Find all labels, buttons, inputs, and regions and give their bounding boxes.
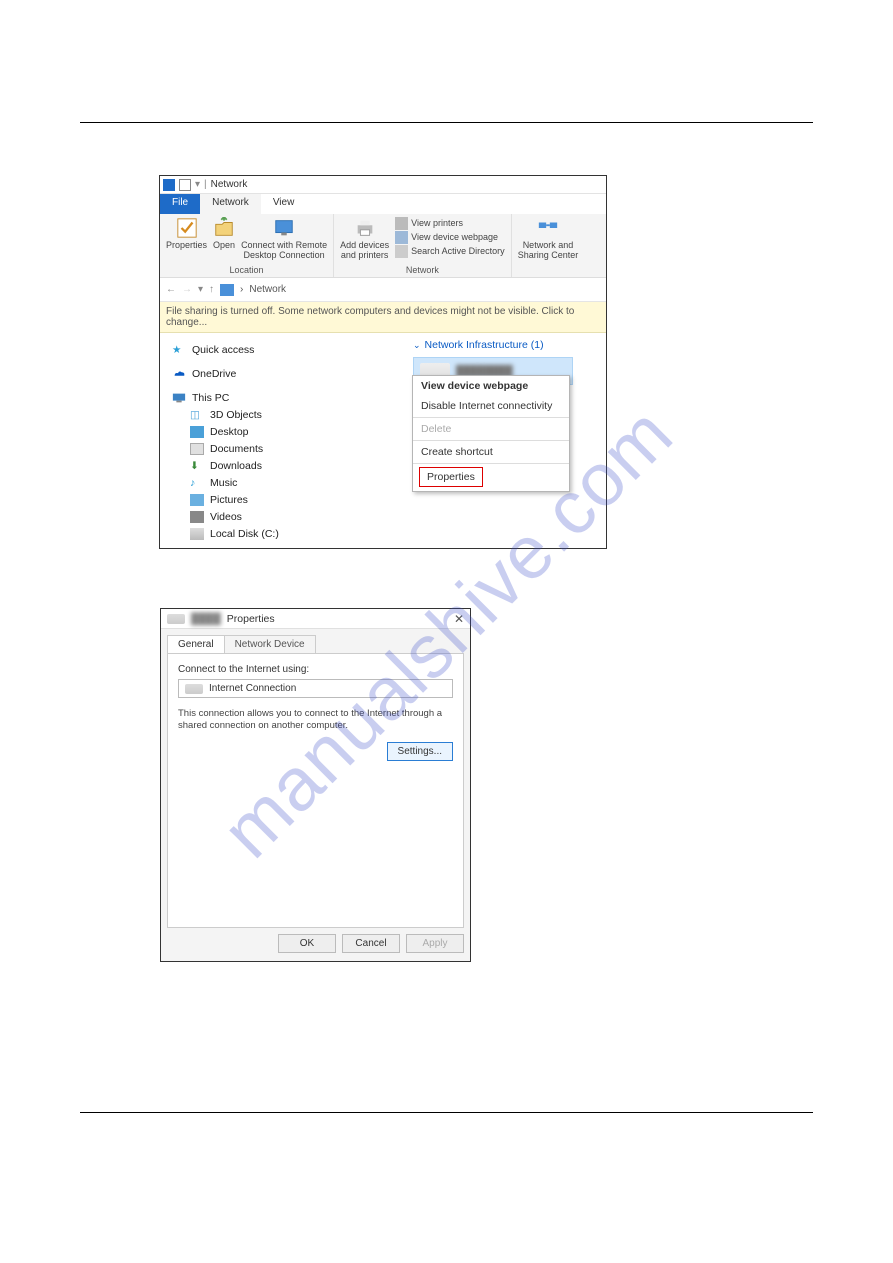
properties-button[interactable]: Properties <box>166 217 207 251</box>
footer-rule <box>80 1112 813 1113</box>
ctx-disable-internet[interactable]: Disable Internet connectivity <box>413 396 569 416</box>
tree-videos[interactable]: Videos <box>168 509 405 525</box>
remote-desktop-icon <box>273 217 295 239</box>
ribbon-group-network: Add devices and printers View printers V… <box>334 214 512 277</box>
breadcrumb[interactable]: Network <box>249 284 286 295</box>
videos-icon <box>190 511 204 523</box>
search-ad-button[interactable]: Search Active Directory <box>395 245 505 258</box>
content-pane: ⌄ Network Infrastructure (1) ████████ Vi… <box>405 333 606 549</box>
connection-icon <box>185 684 203 694</box>
tab-network[interactable]: Network <box>200 194 261 214</box>
header-rule <box>80 122 813 123</box>
info-bar[interactable]: File sharing is turned off. Some network… <box>160 302 606 333</box>
connection-description: This connection allows you to connect to… <box>178 708 453 733</box>
tree-downloads[interactable]: ⬇Downloads <box>168 458 405 474</box>
view-printers-button[interactable]: View printers <box>395 217 505 230</box>
ribbon-group-sharing: Network and Sharing Center <box>512 214 585 277</box>
monitor-icon <box>172 392 186 404</box>
forward-icon[interactable]: → <box>182 284 192 295</box>
dialog-title-bar: ████ Properties ✕ <box>161 609 470 629</box>
downloads-icon: ⬇ <box>190 460 204 472</box>
back-icon[interactable]: ← <box>166 284 176 295</box>
group-header[interactable]: ⌄ Network Infrastructure (1) <box>413 339 598 351</box>
add-devices-button[interactable]: Add devices and printers <box>340 217 389 261</box>
network-crumb-icon <box>220 284 234 296</box>
tree-pictures[interactable]: Pictures <box>168 492 405 508</box>
ribbon-tabs: File Network View <box>160 194 606 214</box>
dialog-device-name-blurred: ████ <box>191 613 221 625</box>
ribbon-caption-network: Network <box>406 264 439 275</box>
ctx-properties[interactable]: Properties <box>419 467 483 487</box>
tree-local-disk[interactable]: Local Disk (C:) <box>168 526 405 542</box>
music-icon: ♪ <box>190 477 204 489</box>
nav-tree: ★Quick access OneDrive This PC ◫3D Objec… <box>160 333 405 549</box>
title-divider: | <box>204 179 207 190</box>
title-bar: ▾ | Network <box>160 176 606 194</box>
context-menu: View device webpage Disable Internet con… <box>412 375 570 492</box>
ok-button[interactable]: OK <box>278 934 336 953</box>
tree-documents[interactable]: Documents <box>168 441 405 457</box>
window-title: Network <box>211 179 248 190</box>
tab-file[interactable]: File <box>160 194 200 214</box>
ctx-create-shortcut[interactable]: Create shortcut <box>413 442 569 462</box>
apply-button: Apply <box>406 934 464 953</box>
tab-view[interactable]: View <box>261 194 307 214</box>
connect-label: Connect to the Internet using: <box>178 664 453 675</box>
ctx-separator <box>413 440 569 441</box>
tab-network-device[interactable]: Network Device <box>224 635 316 653</box>
ribbon-caption-location: Location <box>230 264 264 275</box>
connection-name: Internet Connection <box>209 683 296 694</box>
tree-music[interactable]: ♪Music <box>168 475 405 491</box>
network-icon <box>163 179 175 191</box>
documents-icon <box>190 443 204 455</box>
ctx-separator <box>413 417 569 418</box>
dialog-button-row: OK Cancel Apply <box>161 928 470 959</box>
chevron-down-icon: ⌄ <box>413 340 421 351</box>
printer-icon <box>354 217 376 239</box>
close-icon[interactable]: ✕ <box>454 612 464 626</box>
disk-icon <box>190 528 204 540</box>
cube-icon: ◫ <box>190 409 204 421</box>
onedrive-icon <box>172 368 186 380</box>
tree-quick-access[interactable]: ★Quick access <box>168 342 405 358</box>
properties-dialog: ████ Properties ✕ General Network Device… <box>160 608 471 962</box>
open-button[interactable]: Open <box>213 217 235 251</box>
dialog-router-icon <box>167 614 185 624</box>
qat-checkbox-icon[interactable] <box>179 179 191 191</box>
dialog-panel: Connect to the Internet using: Internet … <box>167 653 464 928</box>
connection-box[interactable]: Internet Connection <box>178 679 453 698</box>
tree-desktop[interactable]: Desktop <box>168 424 405 440</box>
ribbon-group-location: Properties Open Connect with Remote Desk… <box>160 214 334 277</box>
ctx-delete: Delete <box>413 419 569 439</box>
tree-3d-objects[interactable]: ◫3D Objects <box>168 407 405 423</box>
explorer-window: ▾ | Network File Network View Properties… <box>159 175 607 549</box>
ribbon: Properties Open Connect with Remote Desk… <box>160 214 606 278</box>
desktop-icon <box>190 426 204 438</box>
up-icon[interactable]: ↑ <box>209 284 214 295</box>
dialog-title-suffix: Properties <box>227 613 275 625</box>
open-folder-icon <box>213 217 235 239</box>
pictures-icon <box>190 494 204 506</box>
breadcrumb-separator: › <box>240 284 243 295</box>
tab-general[interactable]: General <box>167 635 225 653</box>
qat-dropdown-icon[interactable]: ▾ <box>195 179 200 190</box>
recent-dropdown-icon[interactable]: ▾ <box>198 284 203 295</box>
sharing-center-icon <box>537 217 559 239</box>
tree-onedrive[interactable]: OneDrive <box>168 366 405 382</box>
view-device-webpage-button[interactable]: View device webpage <box>395 231 505 244</box>
checkmark-icon <box>176 217 198 239</box>
dialog-tabs: General Network Device <box>161 629 470 653</box>
ctx-separator <box>413 463 569 464</box>
tree-this-pc[interactable]: This PC <box>168 390 405 406</box>
connect-remote-button[interactable]: Connect with Remote Desktop Connection <box>241 217 327 261</box>
sharing-center-button[interactable]: Network and Sharing Center <box>518 217 579 261</box>
cancel-button[interactable]: Cancel <box>342 934 400 953</box>
address-bar[interactable]: ← → ▾ ↑ › Network <box>160 278 606 302</box>
ctx-view-webpage[interactable]: View device webpage <box>413 376 569 396</box>
settings-button[interactable]: Settings... <box>387 742 453 761</box>
